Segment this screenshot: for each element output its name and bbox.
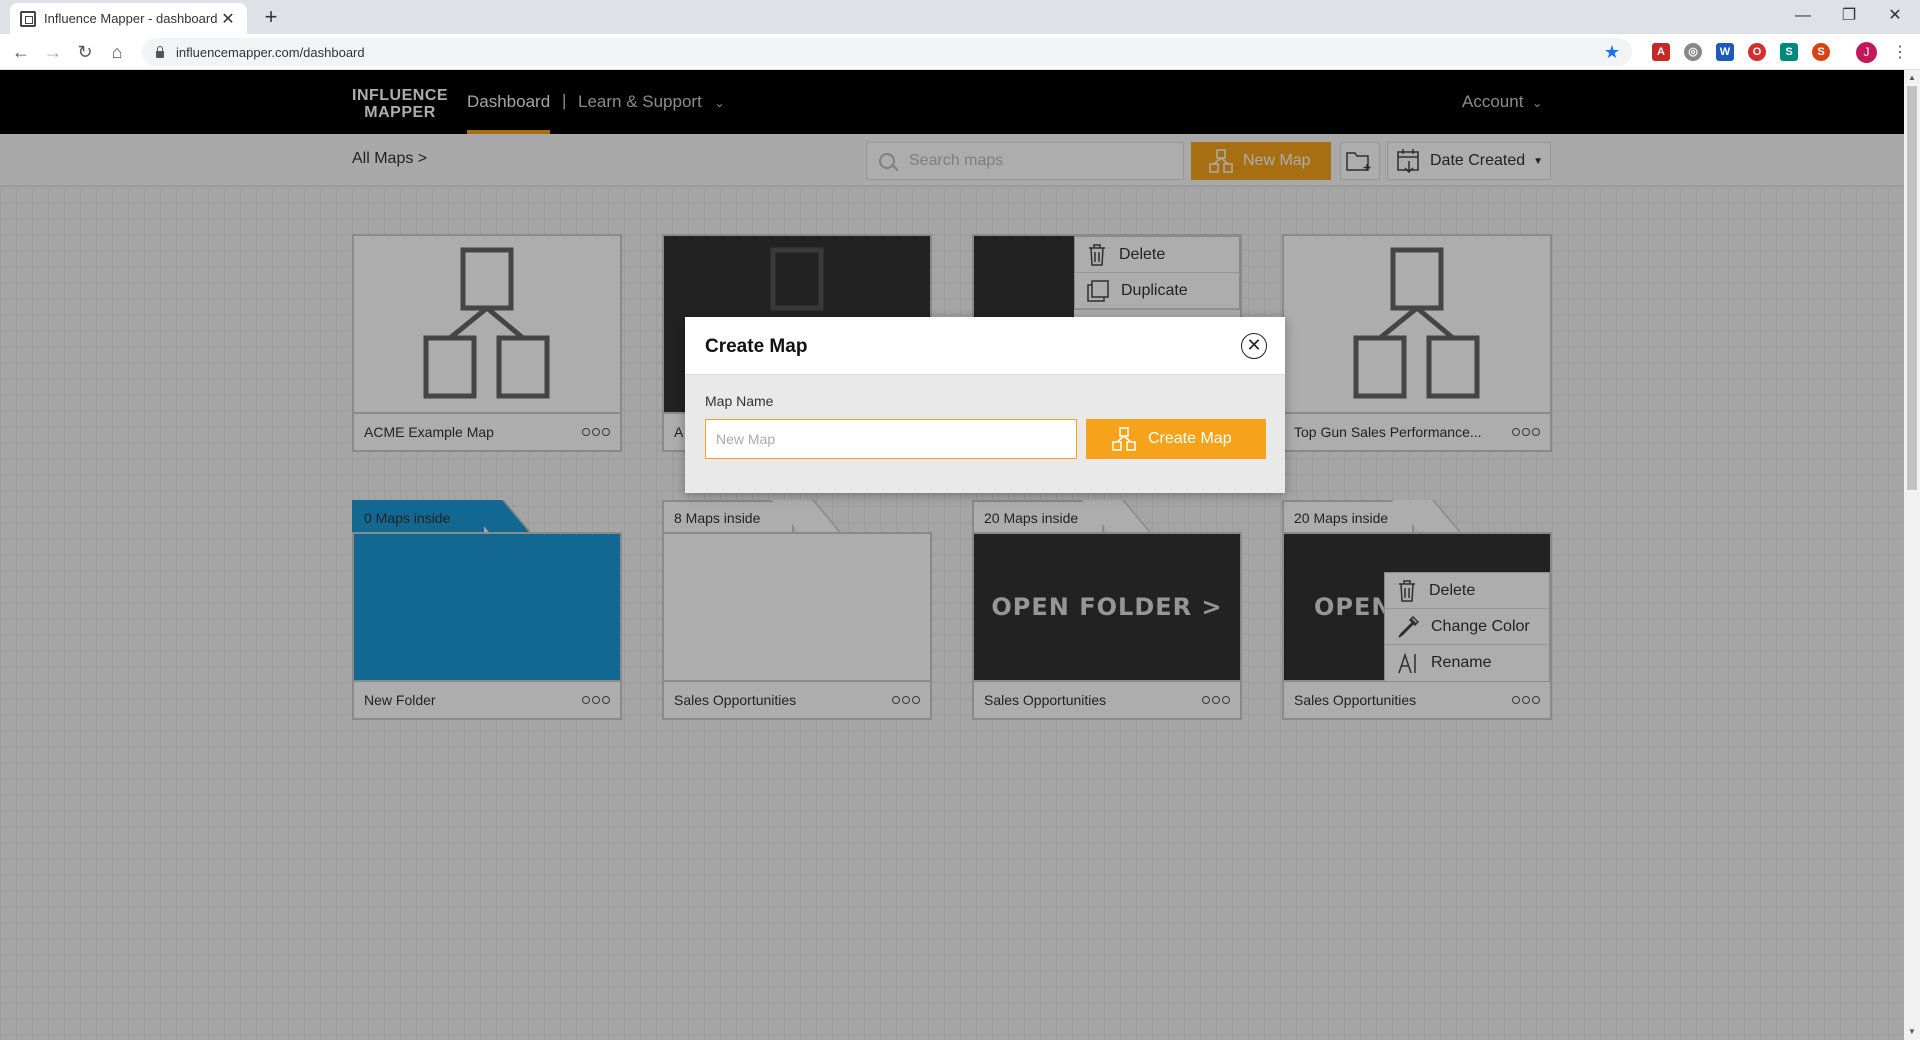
page-scrollbar[interactable]: ▲ ▼: [1904, 70, 1920, 1040]
sheets-extension-icon[interactable]: S: [1780, 43, 1798, 61]
pdf-extension-icon[interactable]: A: [1652, 43, 1670, 61]
site-favicon-icon: [20, 10, 36, 27]
word-extension-icon[interactable]: W: [1716, 43, 1734, 61]
scrollbar-thumb[interactable]: [1907, 86, 1917, 490]
back-icon[interactable]: ←: [9, 41, 33, 63]
window-close-icon[interactable]: ✕: [1872, 2, 1918, 30]
scroll-down-icon[interactable]: ▼: [1904, 1024, 1920, 1040]
opera-extension-icon[interactable]: O: [1748, 43, 1766, 61]
create-map-button[interactable]: Create Map: [1086, 419, 1266, 459]
restore-icon[interactable]: ❐: [1826, 2, 1872, 30]
dialog-title: Create Map: [705, 336, 808, 357]
forward-icon[interactable]: →: [41, 41, 65, 63]
address-bar[interactable]: influencemapper.com/dashboard ★: [142, 38, 1632, 66]
close-icon[interactable]: ✕: [1241, 333, 1267, 359]
browser-tabbar: Influence Mapper - dashboard ✕ + — ❐ ✕: [0, 0, 1920, 34]
create-map-label: Create Map: [1148, 430, 1232, 447]
profile-avatar[interactable]: J: [1856, 42, 1877, 63]
s-extension-icon[interactable]: S: [1812, 43, 1830, 61]
home-icon[interactable]: ⌂: [105, 41, 129, 63]
tab-close-icon[interactable]: ✕: [219, 9, 237, 29]
scroll-up-icon[interactable]: ▲: [1904, 70, 1920, 86]
globe-extension-icon[interactable]: ◎: [1684, 43, 1702, 61]
url-text: influencemapper.com/dashboard: [176, 44, 365, 60]
modal-backdrop[interactable]: [0, 70, 1904, 1040]
tab-title: Influence Mapper - dashboard: [44, 11, 218, 26]
lock-icon: [154, 46, 166, 58]
dialog-header: Create Map ✕: [685, 317, 1285, 375]
create-map-dialog: Create Map ✕ Map Name Create Map: [685, 317, 1285, 493]
reload-icon[interactable]: ↻: [73, 41, 97, 63]
new-tab-icon[interactable]: +: [260, 4, 282, 30]
map-icon: [1112, 427, 1136, 451]
browser-menu-icon[interactable]: ⋮: [1892, 42, 1908, 62]
bookmark-star-icon[interactable]: ★: [1604, 42, 1620, 63]
map-name-label: Map Name: [705, 393, 774, 409]
minimize-icon[interactable]: —: [1780, 2, 1826, 30]
browser-toolbar: ← → ↻ ⌂ influencemapper.com/dashboard ★ …: [0, 34, 1920, 70]
browser-tab[interactable]: Influence Mapper - dashboard ✕: [10, 3, 247, 34]
map-name-input[interactable]: [705, 419, 1077, 459]
